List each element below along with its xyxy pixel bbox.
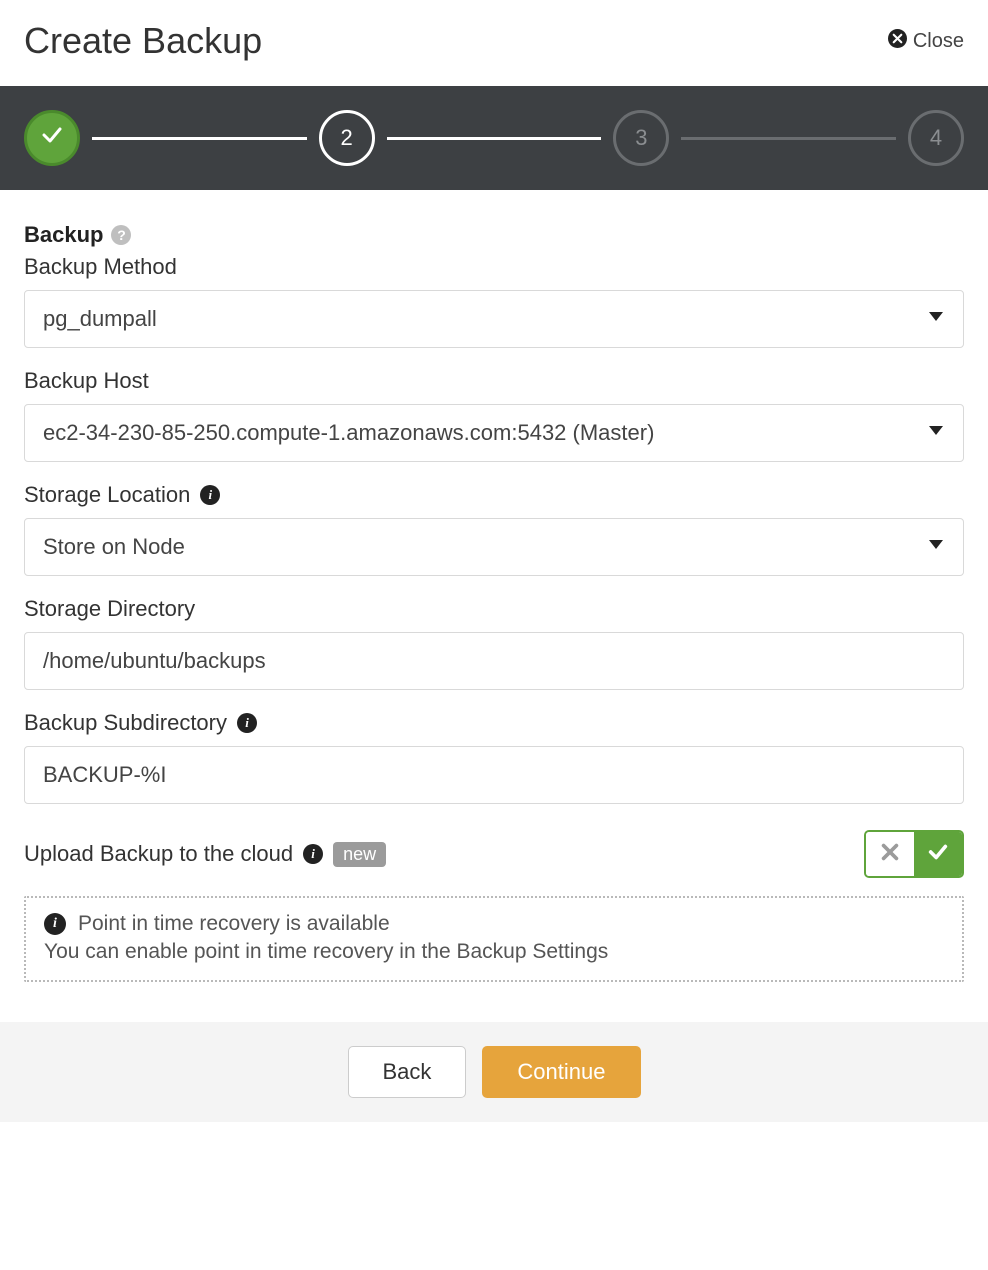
info-icon[interactable]: i [303,844,323,864]
close-label: Close [913,30,964,53]
section-heading: Backup ? [24,222,131,248]
wizard-footer: Back Continue [0,1022,988,1122]
select-backup-host-value: ec2-34-230-85-250.compute-1.amazonaws.co… [43,420,654,446]
upload-cloud-toggle[interactable] [864,830,964,878]
label-backup-subdirectory: Backup Subdirectory i [24,710,964,736]
page-title: Create Backup [24,20,262,62]
label-storage-location: Storage Location i [24,482,964,508]
input-backup-subdirectory[interactable] [24,746,964,804]
close-icon [888,29,907,54]
close-button[interactable]: Close [888,29,964,54]
step-2[interactable]: 2 [319,110,375,166]
step-4[interactable]: 4 [908,110,964,166]
label-upload-cloud: Upload Backup to the cloud [24,841,293,867]
select-backup-method-value: pg_dumpall [43,306,157,332]
help-icon[interactable]: ? [111,225,131,245]
step-connector [92,137,307,140]
modal-header: Create Backup Close [0,0,988,86]
wizard-stepper: 2 3 4 [0,86,988,190]
select-backup-host[interactable]: ec2-34-230-85-250.compute-1.amazonaws.co… [24,404,964,462]
info-icon[interactable]: i [200,485,220,505]
pitr-notice: i Point in time recovery is available Yo… [24,896,964,982]
step-connector [387,137,602,140]
label-backup-subdirectory-text: Backup Subdirectory [24,710,227,736]
select-storage-location-value: Store on Node [43,534,185,560]
toggle-on-button[interactable] [914,832,962,876]
new-badge: new [333,842,386,867]
check-icon [927,841,949,868]
pitr-notice-line2: You can enable point in time recovery in… [44,940,944,964]
check-icon [40,123,64,153]
pitr-notice-line1: Point in time recovery is available [78,912,390,936]
label-backup-host: Backup Host [24,368,964,394]
continue-button[interactable]: Continue [482,1046,640,1098]
step-1[interactable] [24,110,80,166]
x-icon [879,841,901,868]
step-2-label: 2 [341,125,353,151]
form-body: Backup ? Backup Method pg_dumpall Backup… [0,190,988,1022]
toggle-off-button[interactable] [866,832,914,876]
info-icon: i [44,913,66,935]
select-storage-location[interactable]: Store on Node [24,518,964,576]
back-button[interactable]: Back [348,1046,467,1098]
upload-toggle-row: Upload Backup to the cloud i new [24,830,964,878]
label-storage-directory: Storage Directory [24,596,964,622]
step-connector [681,137,896,140]
label-backup-method: Backup Method [24,254,964,280]
step-3-label: 3 [635,125,647,151]
label-storage-location-text: Storage Location [24,482,190,508]
step-4-label: 4 [930,125,942,151]
info-icon[interactable]: i [237,713,257,733]
input-storage-directory[interactable] [24,632,964,690]
step-3[interactable]: 3 [613,110,669,166]
section-title-text: Backup [24,222,103,248]
select-backup-method[interactable]: pg_dumpall [24,290,964,348]
